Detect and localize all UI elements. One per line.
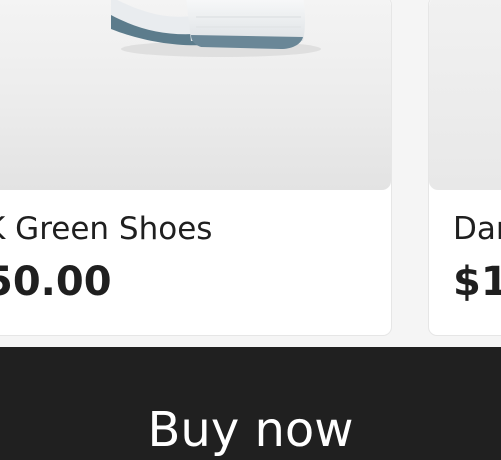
product-image (0, 0, 391, 190)
buy-now-label: Buy now (147, 402, 354, 458)
product-price: 50.00 (0, 259, 112, 305)
shoe-image-icon (111, 0, 321, 57)
product-card[interactable]: K Green Shoes 50.00 (0, 0, 392, 336)
product-name: K Green Shoes (0, 211, 213, 247)
product-name: Dar (453, 211, 501, 247)
product-price: $1 (453, 259, 501, 305)
product-card[interactable]: Dar $1 (428, 0, 501, 336)
product-image (429, 0, 501, 190)
product-carousel: K Green Shoes 50.00 Dar $1 Buy now (0, 0, 501, 460)
